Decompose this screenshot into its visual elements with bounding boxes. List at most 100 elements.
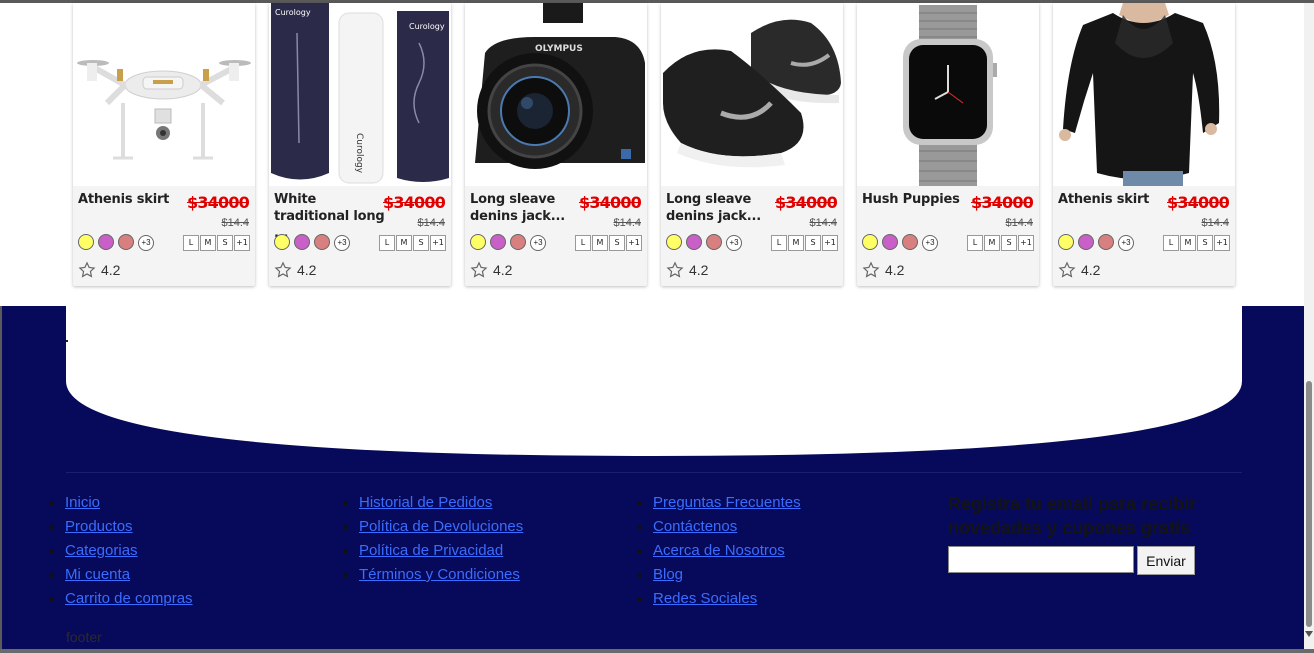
product-carousel: Athenis skirt $34000 $14.4 +3 L M S +1 4… (0, 3, 1304, 306)
footer-link-devoluciones[interactable]: Política de Devoluciones (359, 518, 523, 535)
color-swatch-pink[interactable] (902, 234, 918, 250)
more-colors-badge[interactable]: +3 (530, 235, 546, 251)
product-card[interactable]: Hush Puppies $34000 $14.4 +3 L M S +1 4.… (857, 3, 1039, 286)
size-option[interactable]: S (609, 235, 625, 251)
size-option[interactable]: M (200, 235, 216, 251)
product-name[interactable]: Long sleave denins jack... (666, 191, 778, 225)
color-swatch-purple[interactable] (686, 234, 702, 250)
product-rating: 4.2 (862, 260, 904, 280)
newsletter-submit-button[interactable]: Enviar (1137, 546, 1195, 575)
product-old-price: $14.4 (417, 217, 445, 229)
color-swatch-purple[interactable] (1078, 234, 1094, 250)
color-swatch-pink[interactable] (1098, 234, 1114, 250)
scroll-down-arrow-icon[interactable] (1305, 631, 1313, 637)
size-option[interactable]: +1 (430, 235, 446, 251)
color-swatch-yellow[interactable] (1058, 234, 1074, 250)
size-option[interactable]: L (1163, 235, 1179, 251)
more-colors-badge[interactable]: +3 (334, 235, 350, 251)
product-price: $34000 (1167, 193, 1230, 212)
svg-text:OLYMPUS: OLYMPUS (535, 44, 583, 54)
more-colors-badge[interactable]: +3 (922, 235, 938, 251)
footer-link-redes[interactable]: Redes Sociales (653, 590, 757, 607)
color-swatch-pink[interactable] (706, 234, 722, 250)
footer-link-terminos[interactable]: Términos y Condiciones (359, 566, 520, 583)
size-option[interactable]: L (575, 235, 591, 251)
product-name[interactable]: Long sleave denins jack... (470, 191, 582, 225)
svg-text:Curology: Curology (354, 133, 364, 174)
color-swatch-yellow[interactable] (666, 234, 682, 250)
footer-link-mi-cuenta[interactable]: Mi cuenta (65, 566, 130, 583)
footer-links-orders: Historial de Pedidos Política de Devoluc… (342, 491, 523, 587)
size-option[interactable]: S (217, 235, 233, 251)
footer-link-productos[interactable]: Productos (65, 518, 133, 535)
product-card[interactable]: Long sleave denins jack... $34000 $14.4 … (661, 3, 843, 286)
product-image-black-blouse[interactable] (1053, 3, 1235, 186)
size-option[interactable]: S (413, 235, 429, 251)
color-swatch-purple[interactable] (490, 234, 506, 250)
product-image-drone[interactable] (73, 3, 255, 186)
product-card[interactable]: Athenis skirt $34000 $14.4 +3 L M S +1 4… (73, 3, 255, 286)
product-image-skincare-tubes[interactable]: Curology Curology Curology (269, 3, 451, 186)
product-name[interactable]: Athenis skirt (1058, 191, 1170, 208)
product-image-smartwatch[interactable] (857, 3, 1039, 186)
product-card[interactable]: OLYMPUS Long sleave denins jack... $3400… (465, 3, 647, 286)
product-card[interactable]: Athenis skirt $34000 $14.4 +3 L M S +1 4… (1053, 3, 1235, 286)
color-swatch-yellow[interactable] (862, 234, 878, 250)
product-name[interactable]: Athenis skirt (78, 191, 190, 208)
size-option[interactable]: +1 (1018, 235, 1034, 251)
size-options: L M S +1 (966, 235, 1034, 251)
size-option[interactable]: +1 (234, 235, 250, 251)
color-swatch-yellow[interactable] (274, 234, 290, 250)
size-option[interactable]: M (1180, 235, 1196, 251)
size-option[interactable]: L (771, 235, 787, 251)
product-name[interactable]: White traditional long ... (274, 191, 386, 242)
size-option[interactable]: +1 (626, 235, 642, 251)
product-rating: 4.2 (274, 260, 316, 280)
size-option[interactable]: M (788, 235, 804, 251)
product-old-price: $14.4 (809, 217, 837, 229)
product-name[interactable]: Hush Puppies (862, 191, 974, 208)
size-option[interactable]: M (984, 235, 1000, 251)
footer-link-faq[interactable]: Preguntas Frecuentes (653, 494, 801, 511)
color-swatch-pink[interactable] (118, 234, 134, 250)
size-option[interactable]: S (1197, 235, 1213, 251)
svg-text:Curology: Curology (409, 22, 445, 31)
size-option[interactable]: S (805, 235, 821, 251)
star-icon (862, 261, 880, 278)
footer-link-contacto[interactable]: Contáctenos (653, 518, 737, 535)
color-swatch-pink[interactable] (314, 234, 330, 250)
more-colors-badge[interactable]: +3 (726, 235, 742, 251)
footer-link-carrito[interactable]: Carrito de compras (65, 590, 193, 607)
footer-link-categorias[interactable]: Categorias (65, 542, 138, 559)
more-colors-badge[interactable]: +3 (1118, 235, 1134, 251)
size-option[interactable]: M (592, 235, 608, 251)
size-option[interactable]: +1 (822, 235, 838, 251)
size-option[interactable]: L (379, 235, 395, 251)
size-option[interactable]: M (396, 235, 412, 251)
scrollbar-thumb[interactable] (1306, 381, 1312, 627)
size-option[interactable]: L (967, 235, 983, 251)
product-rating: 4.2 (666, 260, 708, 280)
color-swatch-purple[interactable] (294, 234, 310, 250)
product-image-sneakers[interactable] (661, 3, 843, 186)
product-price: $34000 (971, 193, 1034, 212)
color-swatch-pink[interactable] (510, 234, 526, 250)
more-colors-badge[interactable]: +3 (138, 235, 154, 251)
color-swatch-purple[interactable] (98, 234, 114, 250)
footer-link-acerca[interactable]: Acerca de Nosotros (653, 542, 785, 559)
footer-link-privacidad[interactable]: Política de Privacidad (359, 542, 503, 559)
page-scrollbar[interactable] (1304, 3, 1314, 649)
color-swatch-yellow[interactable] (470, 234, 486, 250)
footer-link-historial[interactable]: Historial de Pedidos (359, 494, 492, 511)
product-card[interactable]: Curology Curology Curology White traditi… (269, 3, 451, 286)
size-option[interactable]: S (1001, 235, 1017, 251)
footer-link-inicio[interactable]: Inicio (65, 494, 100, 511)
footer-link-blog[interactable]: Blog (653, 566, 683, 583)
color-swatch-purple[interactable] (882, 234, 898, 250)
size-option[interactable]: +1 (1214, 235, 1230, 251)
size-options: L M S +1 (574, 235, 642, 251)
color-swatch-yellow[interactable] (78, 234, 94, 250)
product-image-camera[interactable]: OLYMPUS (465, 3, 647, 186)
newsletter-email-input[interactable] (948, 546, 1134, 573)
size-option[interactable]: L (183, 235, 199, 251)
